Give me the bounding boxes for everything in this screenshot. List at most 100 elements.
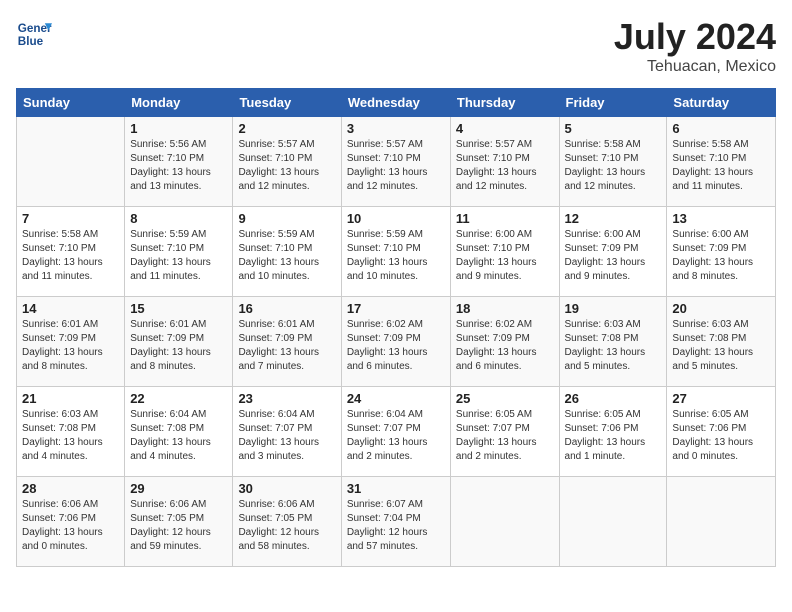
calendar-title: July 2024 bbox=[614, 16, 776, 58]
week-row-2: 7 Sunrise: 5:58 AM Sunset: 7:10 PM Daylig… bbox=[17, 207, 776, 297]
day-info: Sunrise: 6:02 AM Sunset: 7:09 PM Dayligh… bbox=[456, 318, 554, 374]
page-header: General Blue July 2024 Tehuacan, Mexico bbox=[16, 16, 776, 76]
day-number: 26 bbox=[565, 391, 662, 406]
header-tuesday: Tuesday bbox=[233, 89, 341, 117]
day-info: Sunrise: 5:59 AM Sunset: 7:10 PM Dayligh… bbox=[238, 228, 335, 284]
table-row: 6 Sunrise: 5:58 AM Sunset: 7:10 PM Daylig… bbox=[667, 117, 776, 207]
table-row bbox=[559, 477, 667, 567]
day-info: Sunrise: 6:00 AM Sunset: 7:09 PM Dayligh… bbox=[672, 228, 770, 284]
day-number: 16 bbox=[238, 301, 335, 316]
table-row: 18 Sunrise: 6:02 AM Sunset: 7:09 PM Dayli… bbox=[450, 297, 559, 387]
day-number: 31 bbox=[347, 481, 445, 496]
table-row: 4Sunrise: 5:57 AM Sunset: 7:10 PM Daylig… bbox=[450, 117, 559, 207]
day-number: 19 bbox=[565, 301, 662, 316]
day-info: Sunrise: 6:02 AM Sunset: 7:09 PM Dayligh… bbox=[347, 318, 445, 374]
day-number: 9 bbox=[238, 211, 335, 226]
day-number: 6 bbox=[672, 121, 770, 136]
table-row: 3 Sunrise: 5:57 AM Sunset: 7:10 PM Daylig… bbox=[341, 117, 450, 207]
day-number: 23 bbox=[238, 391, 335, 406]
table-row: 17 Sunrise: 6:02 AM Sunset: 7:09 PM Dayli… bbox=[341, 297, 450, 387]
day-number: 21 bbox=[22, 391, 119, 406]
day-number: 1 bbox=[130, 121, 227, 136]
day-number: 3 bbox=[347, 121, 445, 136]
day-info: Sunrise: 6:06 AM Sunset: 7:06 PM Dayligh… bbox=[22, 498, 119, 554]
day-info: Sunrise: 5:57 AM Sunset: 7:10 PM Dayligh… bbox=[456, 138, 554, 194]
table-row: 13Sunrise: 6:00 AM Sunset: 7:09 PM Dayli… bbox=[667, 207, 776, 297]
days-header-row: Sunday Monday Tuesday Wednesday Thursday… bbox=[17, 89, 776, 117]
day-number: 7 bbox=[22, 211, 119, 226]
day-number: 10 bbox=[347, 211, 445, 226]
table-row bbox=[17, 117, 125, 207]
svg-text:Blue: Blue bbox=[18, 35, 44, 48]
day-info: Sunrise: 6:00 AM Sunset: 7:09 PM Dayligh… bbox=[565, 228, 662, 284]
header-thursday: Thursday bbox=[450, 89, 559, 117]
day-info: Sunrise: 5:57 AM Sunset: 7:10 PM Dayligh… bbox=[238, 138, 335, 194]
day-info: Sunrise: 5:59 AM Sunset: 7:10 PM Dayligh… bbox=[130, 228, 227, 284]
table-row: 29 Sunrise: 6:06 AM Sunset: 7:05 PM Dayli… bbox=[125, 477, 233, 567]
table-row: 22 Sunrise: 6:04 AM Sunset: 7:08 PM Dayli… bbox=[125, 387, 233, 477]
day-number: 17 bbox=[347, 301, 445, 316]
header-saturday: Saturday bbox=[667, 89, 776, 117]
calendar-table: Sunday Monday Tuesday Wednesday Thursday… bbox=[16, 88, 776, 567]
day-info: Sunrise: 6:04 AM Sunset: 7:07 PM Dayligh… bbox=[238, 408, 335, 464]
day-number: 20 bbox=[672, 301, 770, 316]
table-row: 31 Sunrise: 6:07 AM Sunset: 7:04 PM Dayli… bbox=[341, 477, 450, 567]
day-info: Sunrise: 6:06 AM Sunset: 7:05 PM Dayligh… bbox=[238, 498, 335, 554]
day-info: Sunrise: 5:57 AM Sunset: 7:10 PM Dayligh… bbox=[347, 138, 445, 194]
header-sunday: Sunday bbox=[17, 89, 125, 117]
day-info: Sunrise: 6:05 AM Sunset: 7:07 PM Dayligh… bbox=[456, 408, 554, 464]
table-row: 2 Sunrise: 5:57 AM Sunset: 7:10 PM Daylig… bbox=[233, 117, 341, 207]
day-number: 22 bbox=[130, 391, 227, 406]
day-info: Sunrise: 6:05 AM Sunset: 7:06 PM Dayligh… bbox=[565, 408, 662, 464]
calendar-subtitle: Tehuacan, Mexico bbox=[614, 58, 776, 76]
table-row: 26 Sunrise: 6:05 AM Sunset: 7:06 PM Dayli… bbox=[559, 387, 667, 477]
day-info: Sunrise: 6:05 AM Sunset: 7:06 PM Dayligh… bbox=[672, 408, 770, 464]
day-number: 8 bbox=[130, 211, 227, 226]
table-row: 14Sunrise: 6:01 AM Sunset: 7:09 PM Dayli… bbox=[17, 297, 125, 387]
day-number: 24 bbox=[347, 391, 445, 406]
header-friday: Friday bbox=[559, 89, 667, 117]
day-info: Sunrise: 6:07 AM Sunset: 7:04 PM Dayligh… bbox=[347, 498, 445, 554]
table-row: 8 Sunrise: 5:59 AM Sunset: 7:10 PM Daylig… bbox=[125, 207, 233, 297]
table-row: 10 Sunrise: 5:59 AM Sunset: 7:10 PM Dayli… bbox=[341, 207, 450, 297]
table-row: 30Sunrise: 6:06 AM Sunset: 7:05 PM Dayli… bbox=[233, 477, 341, 567]
week-row-1: 1 Sunrise: 5:56 AM Sunset: 7:10 PM Daylig… bbox=[17, 117, 776, 207]
table-row: 27 Sunrise: 6:05 AM Sunset: 7:06 PM Dayli… bbox=[667, 387, 776, 477]
day-info: Sunrise: 5:58 AM Sunset: 7:10 PM Dayligh… bbox=[22, 228, 119, 284]
day-info: Sunrise: 5:56 AM Sunset: 7:10 PM Dayligh… bbox=[130, 138, 227, 194]
day-number: 29 bbox=[130, 481, 227, 496]
week-row-4: 21 Sunrise: 6:03 AM Sunset: 7:08 PM Dayli… bbox=[17, 387, 776, 477]
table-row: 28 Sunrise: 6:06 AM Sunset: 7:06 PM Dayli… bbox=[17, 477, 125, 567]
day-info: Sunrise: 6:03 AM Sunset: 7:08 PM Dayligh… bbox=[22, 408, 119, 464]
day-info: Sunrise: 6:04 AM Sunset: 7:08 PM Dayligh… bbox=[130, 408, 227, 464]
table-row bbox=[450, 477, 559, 567]
day-info: Sunrise: 6:01 AM Sunset: 7:09 PM Dayligh… bbox=[22, 318, 119, 374]
table-row: 9 Sunrise: 5:59 AM Sunset: 7:10 PM Daylig… bbox=[233, 207, 341, 297]
logo: General Blue bbox=[16, 16, 52, 52]
table-row: 12 Sunrise: 6:00 AM Sunset: 7:09 PM Dayli… bbox=[559, 207, 667, 297]
day-info: Sunrise: 6:06 AM Sunset: 7:05 PM Dayligh… bbox=[130, 498, 227, 554]
table-row: 11Sunrise: 6:00 AM Sunset: 7:10 PM Dayli… bbox=[450, 207, 559, 297]
day-number: 18 bbox=[456, 301, 554, 316]
day-number: 5 bbox=[565, 121, 662, 136]
table-row: 1 Sunrise: 5:56 AM Sunset: 7:10 PM Daylig… bbox=[125, 117, 233, 207]
day-info: Sunrise: 6:01 AM Sunset: 7:09 PM Dayligh… bbox=[238, 318, 335, 374]
table-row: 16 Sunrise: 6:01 AM Sunset: 7:09 PM Dayli… bbox=[233, 297, 341, 387]
table-row: 25 Sunrise: 6:05 AM Sunset: 7:07 PM Dayli… bbox=[450, 387, 559, 477]
week-row-5: 28 Sunrise: 6:06 AM Sunset: 7:06 PM Dayli… bbox=[17, 477, 776, 567]
day-number: 12 bbox=[565, 211, 662, 226]
day-number: 2 bbox=[238, 121, 335, 136]
day-number: 28 bbox=[22, 481, 119, 496]
day-info: Sunrise: 5:58 AM Sunset: 7:10 PM Dayligh… bbox=[565, 138, 662, 194]
day-info: Sunrise: 5:59 AM Sunset: 7:10 PM Dayligh… bbox=[347, 228, 445, 284]
table-row bbox=[667, 477, 776, 567]
header-wednesday: Wednesday bbox=[341, 89, 450, 117]
day-number: 25 bbox=[456, 391, 554, 406]
table-row: 21 Sunrise: 6:03 AM Sunset: 7:08 PM Dayli… bbox=[17, 387, 125, 477]
day-number: 27 bbox=[672, 391, 770, 406]
day-info: Sunrise: 6:01 AM Sunset: 7:09 PM Dayligh… bbox=[130, 318, 227, 374]
table-row: 23 Sunrise: 6:04 AM Sunset: 7:07 PM Dayli… bbox=[233, 387, 341, 477]
logo-icon: General Blue bbox=[16, 16, 52, 52]
day-info: Sunrise: 6:04 AM Sunset: 7:07 PM Dayligh… bbox=[347, 408, 445, 464]
day-info: Sunrise: 5:58 AM Sunset: 7:10 PM Dayligh… bbox=[672, 138, 770, 194]
